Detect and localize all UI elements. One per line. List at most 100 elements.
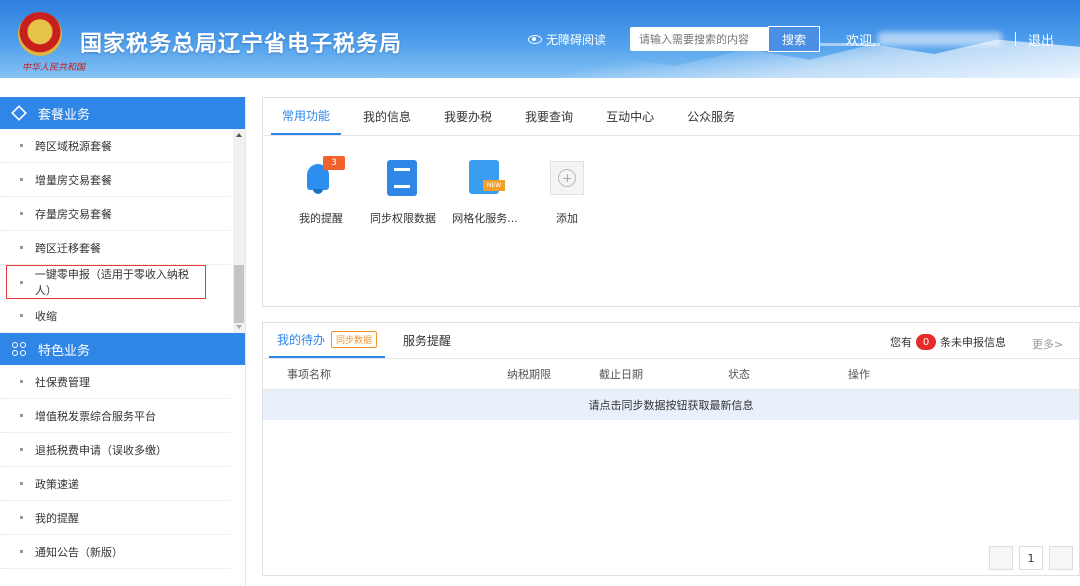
welcome-text: 欢迎,	[846, 34, 877, 49]
todo-panel: 我的待办 同步数据 服务提醒 您有 0 条未申报信息 更多> 事项名称 纳税期限…	[262, 322, 1080, 576]
logout-link[interactable]: 退出	[1028, 30, 1054, 49]
sidebar-item-label: 收缩	[35, 309, 57, 323]
emblem-caption: 中华人民共和国	[22, 63, 86, 73]
sidebar-item-label: 通知公告（新版）	[35, 545, 123, 559]
sidebar-item-existing-house[interactable]: 存量房交易套餐	[0, 197, 230, 231]
function-tabs: 常用功能 我的信息 我要办税 我要查询 互动中心 公众服务	[263, 98, 1079, 136]
scroll-up-icon[interactable]	[236, 133, 242, 137]
site-header: 中华人民共和国 国家税务总局辽宁省电子税务局 无障碍阅读 搜索 欢迎, 退出	[0, 0, 1080, 78]
app-shortcuts: 3 我的提醒 同步权限数据 网格化服务... 添加	[263, 136, 1079, 226]
app-label: 同步权限数据	[370, 212, 436, 225]
reminder-badge: 3	[323, 156, 345, 170]
column-item-name: 事项名称	[287, 368, 331, 381]
bullet-icon	[20, 550, 23, 553]
sidebar-item-cross-region-tax[interactable]: 跨区域税源套餐	[0, 129, 230, 163]
cube-icon	[11, 105, 27, 121]
scroll-down-icon[interactable]	[236, 325, 242, 329]
page-number[interactable]: 1	[1019, 546, 1043, 570]
more-link[interactable]: 更多>	[1032, 336, 1063, 352]
pending-declaration-info: 您有 0 条未申报信息	[890, 334, 1006, 350]
next-page-button[interactable]	[1049, 546, 1073, 570]
sidebar-item-label: 跨区迁移套餐	[35, 241, 101, 255]
tab-my-info[interactable]: 我的信息	[352, 98, 422, 135]
sync-data-icon	[383, 158, 423, 198]
tab-query[interactable]: 我要查询	[514, 98, 584, 135]
app-my-reminders[interactable]: 3 我的提醒	[281, 156, 361, 226]
empty-table-message: 请点击同步数据按钮获取最新信息	[263, 390, 1079, 420]
pending-suffix: 条未申报信息	[940, 336, 1006, 349]
bullet-icon	[20, 482, 23, 485]
add-icon	[550, 161, 584, 195]
bullet-icon	[20, 144, 23, 147]
sidebar-item-policy-express[interactable]: 政策速递	[0, 467, 230, 501]
sidebar-item-label: 退抵税费申请（误收多缴）	[35, 443, 167, 457]
pending-prefix: 您有	[890, 336, 912, 349]
sidebar-item-tax-refund[interactable]: 退抵税费申请（误收多缴）	[0, 433, 230, 467]
app-add[interactable]: 添加	[527, 158, 607, 226]
pagination: 1	[989, 546, 1073, 570]
grid-icon	[12, 342, 26, 356]
bullet-icon	[20, 516, 23, 519]
app-sync-permissions[interactable]: 同步权限数据	[363, 158, 443, 226]
sidebar-item-new-house[interactable]: 增量房交易套餐	[0, 163, 230, 197]
tab-common-functions[interactable]: 常用功能	[271, 98, 342, 135]
accessibility-link[interactable]: 无障碍阅读	[528, 31, 606, 48]
tab-public-service[interactable]: 公众服务	[676, 98, 746, 135]
common-functions-panel: 常用功能 我的信息 我要办税 我要查询 互动中心 公众服务 3 我的提醒 同步权…	[262, 97, 1080, 307]
bullet-icon	[20, 380, 23, 383]
special-section-title: 特色业务	[38, 343, 91, 359]
app-label: 添加	[556, 212, 578, 225]
sidebar-item-collapse[interactable]: 收缩	[0, 299, 230, 333]
prev-page-button[interactable]	[989, 546, 1013, 570]
bullet-icon	[20, 212, 23, 215]
column-status: 状态	[728, 368, 750, 381]
tab-label: 我的待办	[277, 333, 326, 347]
bullet-icon	[20, 280, 23, 284]
tab-my-todo[interactable]: 我的待办 同步数据	[269, 323, 386, 358]
package-section-header[interactable]: 套餐业务	[0, 97, 245, 129]
package-section-title: 套餐业务	[38, 107, 91, 123]
sidebar-item-vat-invoice[interactable]: 增值税发票综合服务平台	[0, 399, 230, 433]
table-header: 事项名称 纳税期限 截止日期 状态 操作	[263, 359, 1079, 390]
column-tax-period: 纳税期限	[507, 368, 551, 381]
special-section-header[interactable]: 特色业务	[0, 333, 245, 365]
sidebar-item-social-security[interactable]: 社保费管理	[0, 365, 230, 399]
column-deadline: 截止日期	[599, 368, 643, 381]
sidebar-item-label: 增值税发票综合服务平台	[35, 409, 156, 423]
sidebar-item-label: 一键零申报（适用于零收入纳税人）	[34, 268, 189, 297]
bullet-icon	[20, 314, 23, 317]
sidebar-item-notices[interactable]: 通知公告（新版）	[0, 535, 230, 569]
accessibility-label: 无障碍阅读	[546, 33, 607, 47]
bullet-icon	[20, 246, 23, 249]
sync-data-tag[interactable]: 同步数据	[331, 331, 378, 348]
sidebar-item-label: 跨区域税源套餐	[35, 139, 112, 153]
site-title: 国家税务总局辽宁省电子税务局	[80, 31, 403, 57]
sidebar-scrollbar[interactable]	[233, 129, 245, 333]
search-input[interactable]	[630, 27, 770, 51]
sidebar-item-label: 政策速递	[35, 477, 79, 491]
header-divider	[1015, 32, 1016, 46]
bullet-icon	[20, 178, 23, 181]
sidebar-item-label: 存量房交易套餐	[35, 207, 112, 221]
sidebar: 套餐业务 跨区域税源套餐 增量房交易套餐 存量房交易套餐 跨区迁移套餐 一键零申…	[0, 97, 246, 586]
tab-do-tax[interactable]: 我要办税	[433, 98, 503, 135]
sidebar-item-label: 我的提醒	[35, 511, 79, 525]
bullet-icon	[20, 414, 23, 417]
sidebar-item-zero-declaration[interactable]: 一键零申报（适用于零收入纳税人）	[6, 265, 206, 299]
sidebar-item-label: 增量房交易套餐	[35, 173, 112, 187]
tab-service-reminders[interactable]: 服务提醒	[395, 323, 459, 358]
pending-count-badge[interactable]: 0	[916, 334, 936, 350]
special-menu: 社保费管理 增值税发票综合服务平台 退抵税费申请（误收多缴） 政策速递 我的提醒…	[0, 365, 245, 569]
scroll-thumb[interactable]	[234, 265, 244, 323]
search-button[interactable]: 搜索	[768, 26, 820, 52]
sidebar-item-relocation[interactable]: 跨区迁移套餐	[0, 231, 230, 265]
column-actions: 操作	[848, 368, 870, 381]
tax-emblem-icon	[18, 12, 62, 56]
app-grid-service[interactable]: 网格化服务...	[445, 158, 525, 226]
tab-interaction-center[interactable]: 互动中心	[595, 98, 665, 135]
sidebar-item-my-reminders[interactable]: 我的提醒	[0, 501, 230, 535]
grid-service-icon	[465, 158, 505, 198]
package-menu: 跨区域税源套餐 增量房交易套餐 存量房交易套餐 跨区迁移套餐 一键零申报（适用于…	[0, 129, 245, 333]
sidebar-item-label: 社保费管理	[35, 375, 90, 389]
eye-icon	[528, 35, 542, 44]
